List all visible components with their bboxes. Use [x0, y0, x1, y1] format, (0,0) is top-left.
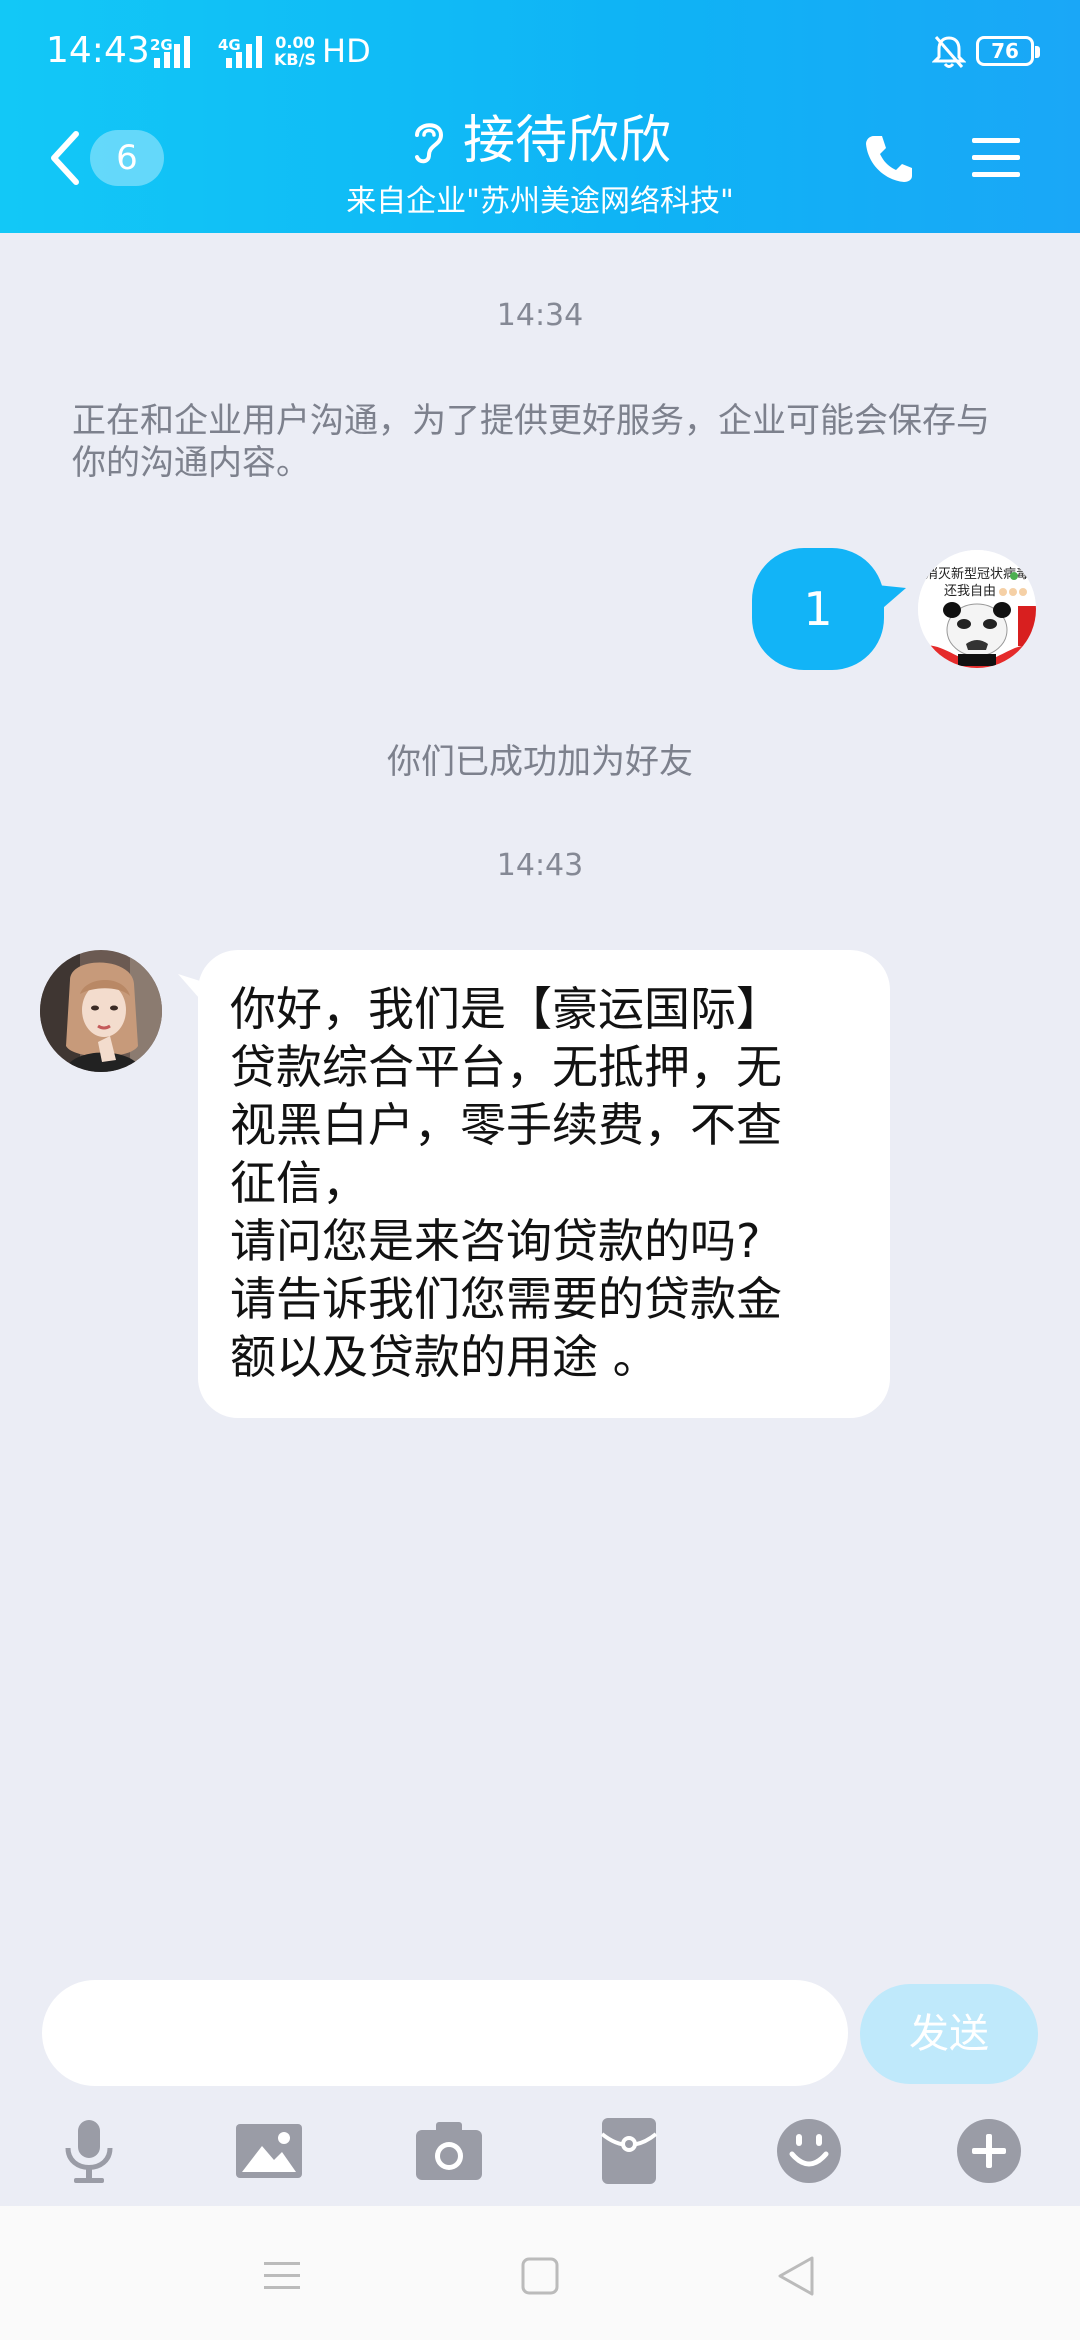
plus-icon[interactable]: [954, 2116, 1024, 2186]
chat-header: 14:43 2G 4G 0.00 KB/S HD 76 6 接待欣欣 来自企业"…: [0, 0, 1080, 233]
message-timestamp: 14:43: [496, 848, 584, 883]
hd-indicator: HD: [322, 32, 371, 70]
battery-indicator: 76: [976, 36, 1040, 66]
message-timestamp: 14:34: [496, 298, 584, 333]
bell-muted-icon: [932, 36, 966, 68]
chat-title: 接待欣欣: [462, 111, 671, 171]
menu-icon[interactable]: [970, 134, 1022, 182]
peer-avatar[interactable]: [40, 950, 162, 1072]
network-speed: 0.00 KB/S: [274, 34, 316, 68]
profile-photo-icon: [40, 950, 162, 1072]
message-line: 征信，: [230, 1156, 368, 1210]
enterprise-notice: 正在和企业用户沟通，为了提供更好服务，企业可能会保存与你的沟通内容。: [72, 401, 990, 483]
back-triangle-icon[interactable]: [774, 2254, 818, 2298]
bubble-tail: [868, 584, 906, 614]
image-icon[interactable]: [234, 2116, 304, 2186]
camera-icon[interactable]: [414, 2116, 484, 2186]
signal-icon-1: [154, 36, 190, 68]
status-bar: 14:43 2G 4G 0.00 KB/S HD 76: [0, 0, 1080, 100]
speed-unit: KB/S: [274, 50, 316, 69]
incoming-message-bubble[interactable]: 你好，我们是【豪运国际】 贷款综合平台，无抵押，无 视黑白户，零手续费，不查 征…: [198, 950, 890, 1418]
message-line: 请问您是来咨询贷款的吗?: [230, 1214, 761, 1268]
phone-icon[interactable]: [860, 130, 916, 186]
message-line: 请告诉我们您需要的贷款金: [230, 1272, 782, 1326]
system-navigation-bar: [0, 2206, 1080, 2340]
emoji-icon[interactable]: [774, 2116, 844, 2186]
panda-meme-avatar-icon: 消灭新型冠状病毒 还我自由: [918, 550, 1036, 668]
friend-added-note: 你们已成功加为好友: [387, 742, 693, 782]
message-line: 视黑白户，零手续费，不查: [230, 1098, 782, 1152]
message-line: 额以及贷款的用途 。: [230, 1330, 659, 1384]
message-input[interactable]: [42, 1980, 848, 2086]
status-time: 14:43: [46, 30, 150, 71]
outgoing-message-bubble[interactable]: 1: [752, 548, 884, 670]
speed-value: 0.00: [275, 33, 315, 52]
send-button[interactable]: 发送: [860, 1984, 1038, 2084]
ear-icon: [414, 123, 443, 164]
avatar-caption-2: 还我自由: [944, 584, 996, 599]
chat-subtitle: 来自企业"苏州美途网络科技": [346, 184, 734, 219]
recent-apps-icon[interactable]: [260, 2254, 304, 2298]
home-icon[interactable]: [518, 2254, 562, 2298]
microphone-icon[interactable]: [54, 2116, 124, 2186]
signal-icon-2: [226, 36, 262, 68]
message-line: 贷款综合平台，无抵押，无: [230, 1040, 782, 1094]
chat-title-block: 接待欣欣 来自企业"苏州美途网络科技": [0, 108, 1080, 220]
red-packet-icon[interactable]: [594, 2116, 664, 2186]
my-avatar[interactable]: 消灭新型冠状病毒 还我自由: [918, 550, 1036, 668]
message-line: 你好，我们是【豪运国际】: [230, 982, 782, 1036]
